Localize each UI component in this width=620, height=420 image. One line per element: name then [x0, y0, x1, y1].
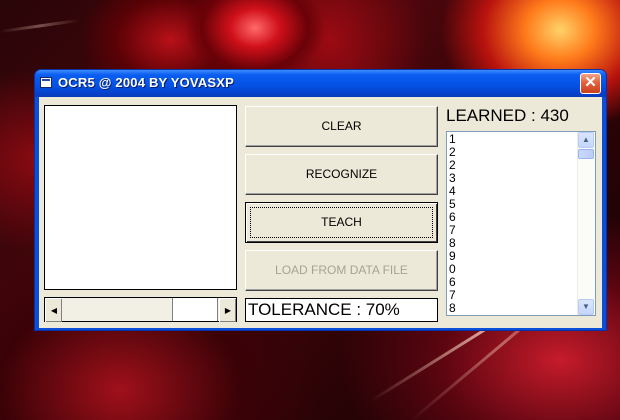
close-icon: ✕ [584, 74, 597, 91]
scroll-down-button[interactable]: ▼ [578, 299, 594, 315]
scroll-up-button[interactable]: ▲ [578, 132, 594, 148]
list-item[interactable]: 0 [449, 263, 577, 276]
ocr-window: OCR5 @ 2004 BY YOVASXP ✕ ◀ ▶ CLEAR RECOG… [34, 69, 607, 331]
arrow-up-icon: ▲ [582, 135, 590, 144]
window-title: OCR5 @ 2004 BY YOVASXP [58, 75, 235, 90]
teach-button[interactable]: TEACH [245, 202, 438, 243]
tolerance-display: TOLERANCE : 70% [245, 298, 438, 322]
scroll-right-button[interactable]: ▶ [219, 298, 236, 322]
recognize-button[interactable]: RECOGNIZE [245, 154, 438, 195]
list-item[interactable]: 3 [449, 172, 577, 185]
learned-characters-list[interactable]: 12234567890678 ▲ ▼ [446, 131, 596, 316]
list-item[interactable]: 2 [449, 146, 577, 159]
arrow-down-icon: ▼ [582, 302, 590, 311]
learned-count-label: LEARNED : 430 [446, 106, 569, 125]
load-from-data-file-button: LOAD FROM DATA FILE [245, 250, 438, 291]
list-item[interactable]: 8 [449, 302, 577, 315]
horizontal-scrollbar[interactable]: ◀ ▶ [44, 297, 237, 322]
list-item[interactable]: 9 [449, 250, 577, 263]
wallpaper-light-streak [0, 18, 80, 33]
app-window-icon[interactable] [40, 77, 52, 88]
list-item[interactable]: 7 [449, 289, 577, 302]
list-item[interactable]: 8 [449, 237, 577, 250]
scroll-left-button[interactable]: ◀ [45, 298, 62, 322]
close-button[interactable]: ✕ [580, 73, 601, 94]
list-item[interactable]: 1 [449, 133, 577, 146]
list-item[interactable]: 7 [449, 224, 577, 237]
arrow-left-icon: ◀ [50, 306, 58, 315]
title-bar[interactable]: OCR5 @ 2004 BY YOVASXP ✕ [35, 70, 606, 97]
list-item[interactable]: 2 [449, 159, 577, 172]
list-item[interactable]: 4 [449, 185, 577, 198]
list-item[interactable]: 6 [449, 276, 577, 289]
clear-button[interactable]: CLEAR [245, 106, 438, 147]
teach-button-label: TEACH [321, 215, 362, 229]
scroll-thumb[interactable] [578, 149, 594, 159]
list-item[interactable]: 6 [449, 211, 577, 224]
drawing-canvas[interactable] [44, 105, 237, 290]
arrow-right-icon: ▶ [224, 306, 232, 315]
vertical-scrollbar[interactable]: ▲ ▼ [577, 132, 595, 315]
window-client-area: ◀ ▶ CLEAR RECOGNIZE TEACH LOAD FROM DATA… [39, 97, 602, 328]
list-item[interactable]: 5 [449, 198, 577, 211]
scroll-thumb[interactable] [172, 298, 218, 321]
list-items: 12234567890678 [449, 133, 577, 314]
